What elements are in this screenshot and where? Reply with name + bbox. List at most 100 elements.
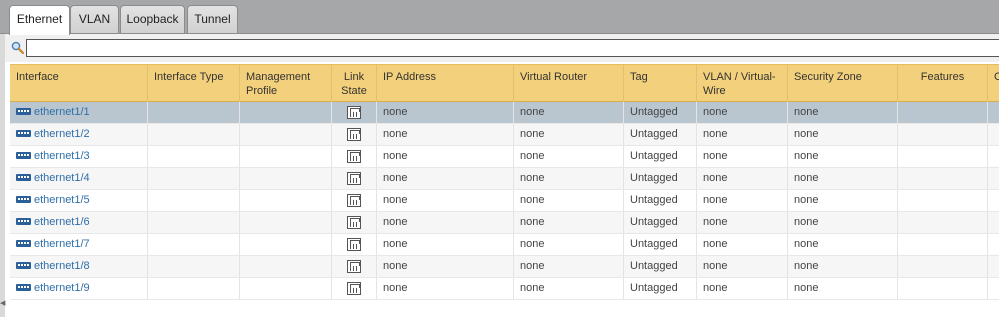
- cell-virtual-router: none: [514, 190, 624, 211]
- cell-management-profile: [240, 256, 332, 277]
- cell-ip-address: none: [377, 212, 514, 233]
- interface-link[interactable]: ethernet1/7: [34, 238, 90, 250]
- link-state-icon: [347, 128, 361, 141]
- table-row[interactable]: ethernet1/3 none none Untagged none none: [10, 146, 999, 168]
- interface-link[interactable]: ethernet1/5: [34, 194, 90, 206]
- cell-management-profile: [240, 146, 332, 167]
- table-header: Interface Interface Type Management Prof…: [10, 64, 999, 102]
- cell-virtual-router: none: [514, 234, 624, 255]
- link-state-icon: [347, 172, 361, 185]
- cell-interface[interactable]: ethernet1/2: [10, 124, 148, 145]
- cell-security-zone: none: [788, 168, 898, 189]
- cell-security-zone: none: [788, 190, 898, 211]
- cell-interface[interactable]: ethernet1/9: [10, 278, 148, 299]
- table-row[interactable]: ethernet1/7 none none Untagged none none: [10, 234, 999, 256]
- cell-interface[interactable]: ethernet1/8: [10, 256, 148, 277]
- cell-features: [898, 124, 988, 145]
- interface-link[interactable]: ethernet1/8: [34, 260, 90, 272]
- interface-link[interactable]: ethernet1/1: [34, 106, 90, 118]
- tab-vlan[interactable]: VLAN: [70, 5, 119, 35]
- cell-management-profile: [240, 212, 332, 233]
- table-row[interactable]: ethernet1/4 none none Untagged none none: [10, 168, 999, 190]
- table-row[interactable]: ethernet1/5 none none Untagged none none: [10, 190, 999, 212]
- link-state-icon: [347, 282, 361, 295]
- cell-link-state: [332, 212, 377, 233]
- cell-security-zone: none: [788, 278, 898, 299]
- cell-interface[interactable]: ethernet1/3: [10, 146, 148, 167]
- col-header-security-zone[interactable]: Security Zone: [788, 65, 898, 102]
- cell-features: [898, 190, 988, 211]
- cell-ip-address: none: [377, 256, 514, 277]
- tab-tunnel[interactable]: Tunnel: [187, 5, 238, 35]
- cell-virtual-router: none: [514, 256, 624, 277]
- col-header-virtual-router[interactable]: Virtual Router: [514, 65, 624, 102]
- table-row[interactable]: ethernet1/8 none none Untagged none none: [10, 256, 999, 278]
- cell-security-zone: none: [788, 102, 898, 123]
- interface-link[interactable]: ethernet1/6: [34, 216, 90, 228]
- col-header-link-state[interactable]: Link State: [332, 65, 377, 102]
- col-header-management-profile[interactable]: Management Profile: [240, 65, 332, 102]
- table-row[interactable]: ethernet1/2 none none Untagged none none: [10, 124, 999, 146]
- cell-comment: [988, 168, 999, 189]
- table-row[interactable]: ethernet1/1 none none Untagged none none: [10, 102, 999, 124]
- cell-management-profile: [240, 234, 332, 255]
- tab-bar: Ethernet VLAN Loopback Tunnel: [0, 0, 999, 35]
- cell-link-state: [332, 168, 377, 189]
- cell-interface-type: [148, 124, 240, 145]
- cell-interface-type: [148, 168, 240, 189]
- col-header-interface[interactable]: Interface: [10, 65, 148, 102]
- ethernet-port-icon: [16, 239, 31, 247]
- ethernet-port-icon: [16, 217, 31, 225]
- cell-comment: [988, 124, 999, 145]
- interface-link[interactable]: ethernet1/4: [34, 172, 90, 184]
- cell-link-state: [332, 234, 377, 255]
- interface-link[interactable]: ethernet1/9: [34, 282, 90, 294]
- cell-ip-address: none: [377, 168, 514, 189]
- cell-ip-address: none: [377, 146, 514, 167]
- cell-vlan-virtual-wire: none: [697, 278, 788, 299]
- col-header-interface-type[interactable]: Interface Type: [148, 65, 240, 102]
- cell-comment: [988, 234, 999, 255]
- cell-features: [898, 146, 988, 167]
- cell-vlan-virtual-wire: none: [697, 190, 788, 211]
- cell-link-state: [332, 278, 377, 299]
- cell-security-zone: none: [788, 146, 898, 167]
- cell-interface[interactable]: ethernet1/1: [10, 102, 148, 123]
- ethernet-port-icon: [16, 261, 31, 269]
- ethernet-port-icon: [16, 195, 31, 203]
- cell-interface[interactable]: ethernet1/4: [10, 168, 148, 189]
- cell-virtual-router: none: [514, 124, 624, 145]
- col-header-features[interactable]: Features: [898, 65, 988, 102]
- table-row[interactable]: ethernet1/9 none none Untagged none none: [10, 278, 999, 300]
- search-input[interactable]: [26, 39, 999, 57]
- interface-link[interactable]: ethernet1/3: [34, 150, 90, 162]
- interface-link[interactable]: ethernet1/2: [34, 128, 90, 140]
- cell-interface[interactable]: ethernet1/5: [10, 190, 148, 211]
- cell-link-state: [332, 102, 377, 123]
- tab-loopback[interactable]: Loopback: [120, 5, 185, 35]
- col-header-ip-address[interactable]: IP Address: [377, 65, 514, 102]
- collapse-arrow-icon[interactable]: ◀: [0, 300, 5, 308]
- cell-vlan-virtual-wire: none: [697, 212, 788, 233]
- cell-interface[interactable]: ethernet1/6: [10, 212, 148, 233]
- link-state-icon: [347, 150, 361, 163]
- cell-tag: Untagged: [624, 256, 697, 277]
- cell-tag: Untagged: [624, 146, 697, 167]
- cell-link-state: [332, 124, 377, 145]
- cell-interface-type: [148, 212, 240, 233]
- cell-ip-address: none: [377, 124, 514, 145]
- cell-tag: Untagged: [624, 234, 697, 255]
- col-header-vlan-virtual-wire[interactable]: VLAN / Virtual-Wire: [697, 65, 788, 102]
- cell-link-state: [332, 146, 377, 167]
- table-row[interactable]: ethernet1/6 none none Untagged none none: [10, 212, 999, 234]
- cell-interface[interactable]: ethernet1/7: [10, 234, 148, 255]
- cell-interface-type: [148, 234, 240, 255]
- tab-ethernet[interactable]: Ethernet: [9, 5, 70, 35]
- col-header-comment[interactable]: C: [988, 65, 999, 102]
- cell-management-profile: [240, 168, 332, 189]
- ethernet-port-icon: [16, 151, 31, 159]
- col-header-tag[interactable]: Tag: [624, 65, 697, 102]
- cell-link-state: [332, 190, 377, 211]
- ethernet-port-icon: [16, 107, 31, 115]
- cell-ip-address: none: [377, 190, 514, 211]
